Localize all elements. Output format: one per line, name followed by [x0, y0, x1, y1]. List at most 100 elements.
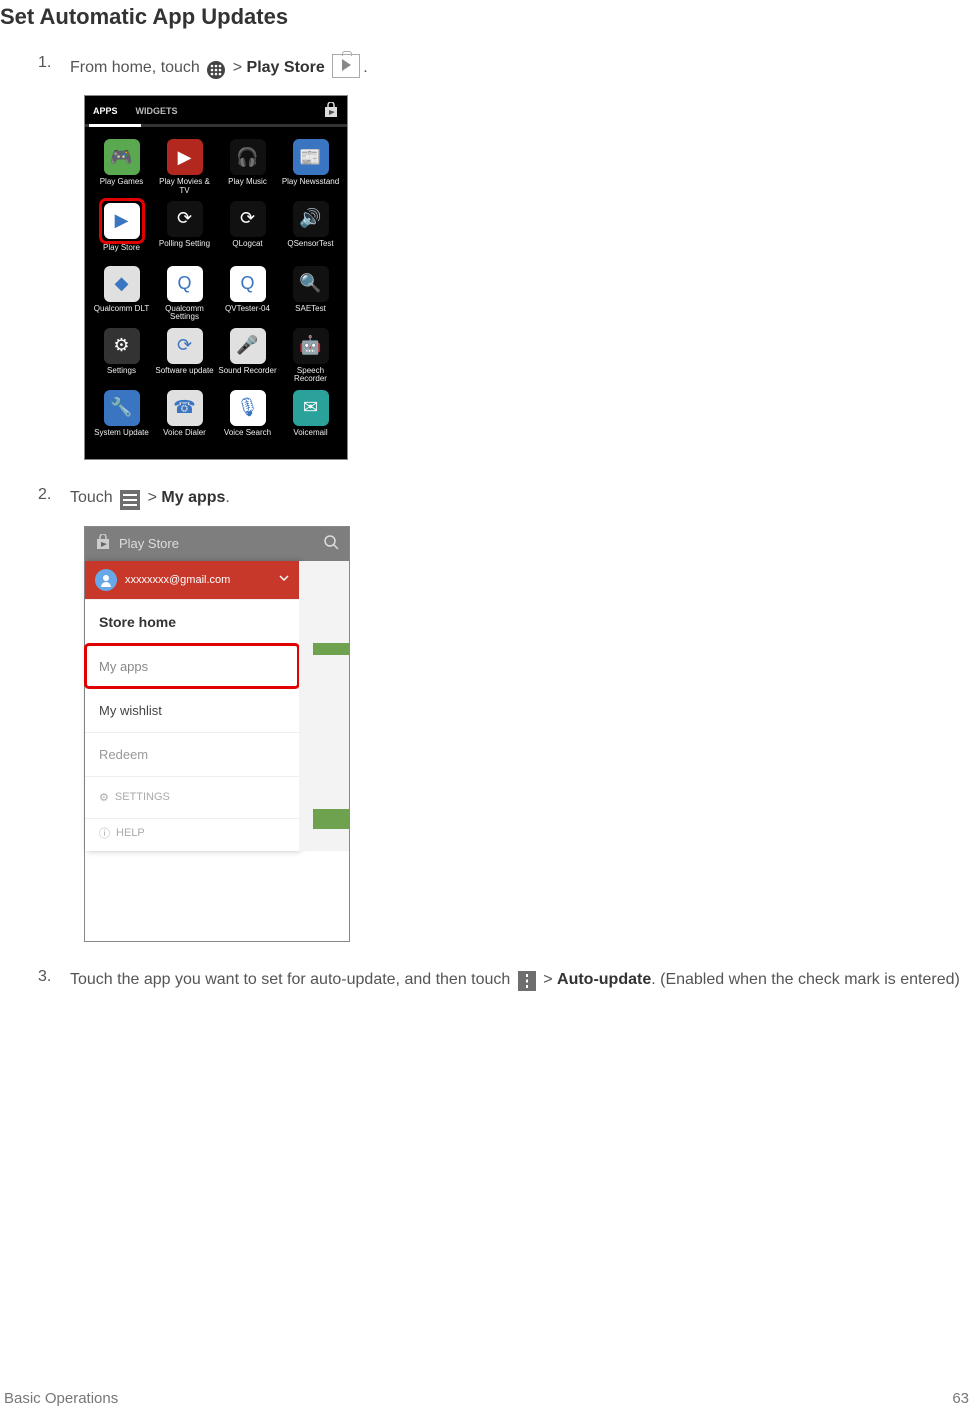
step-bold: Auto-update [557, 971, 651, 988]
step-text-end: . [363, 59, 367, 76]
app-software-update: ⟳ Software update [154, 328, 215, 384]
screenshot-app-drawer: APPS WIDGETS 🎮 Play Games ▶ Play Movies & T… [84, 95, 348, 459]
app-play-store: ▶ Play Store [91, 201, 152, 260]
drawer-item-store-home: Store home [85, 599, 299, 644]
app-bar-title: Play Store [119, 536, 315, 551]
step-text: Touch the app you want to set for auto-u… [70, 971, 515, 988]
app-speech-recorder: 🤖 Speech Recorder [280, 328, 341, 384]
app-icon: ⟳ [167, 328, 203, 364]
app-icon: ⚙ [104, 328, 140, 364]
app-play-newsstand: 📰 Play Newsstand [280, 139, 341, 195]
avatar-icon [95, 569, 117, 591]
app-label: Play Music [228, 178, 267, 194]
separator: > [543, 971, 557, 988]
app-icon: Q [167, 266, 203, 302]
tab-widgets: WIDGETS [136, 106, 178, 116]
chevron-down-icon [279, 573, 289, 586]
drawer-item-redeem: Redeem [85, 732, 299, 776]
app-label: Voice Search [224, 429, 271, 445]
step-text: Touch [70, 489, 117, 506]
app-label: SAETest [295, 305, 326, 321]
app-icon: 🔍 [293, 266, 329, 302]
app-polling-setting: ⟳ Polling Setting [154, 201, 215, 260]
app-label: QSensorTest [287, 240, 333, 256]
app-play-games: 🎮 Play Games [91, 139, 152, 195]
app-icon: 📰 [293, 139, 329, 175]
app-icon: 🔧 [104, 390, 140, 426]
search-icon [323, 534, 339, 553]
app-label: Qualcomm Settings [154, 305, 215, 322]
app-label: Speech Recorder [280, 367, 341, 384]
app-qlogcat: ⟳ QLogcat [217, 201, 278, 260]
app-label: Voice Dialer [163, 429, 206, 445]
app-icon: 🤖 [293, 328, 329, 364]
drawer-item-my-wishlist: My wishlist [85, 688, 299, 732]
apps-icon [207, 61, 225, 79]
app-icon: ⟳ [167, 201, 203, 237]
screenshot-play-store-drawer: Play Store xxxxxxxx@gmail.com Store home… [84, 526, 350, 942]
step-bold: Play Store [247, 59, 325, 76]
help-icon: ⓘ [99, 825, 110, 841]
overflow-menu-icon [518, 971, 536, 991]
step-text: From home, touch [70, 59, 204, 76]
app-sound-recorder: 🎤 Sound Recorder [217, 328, 278, 384]
step-number: 1. [38, 54, 70, 72]
app-label: Qualcomm DLT [94, 305, 149, 321]
app-icon: 🎮 [104, 139, 140, 175]
app-icon: 🎧 [230, 139, 266, 175]
shop-icon [323, 102, 339, 120]
app-qualcomm-dlt: ◆ Qualcomm DLT [91, 266, 152, 322]
app-label: Play Newsstand [282, 178, 339, 194]
app-icon: ✉ [293, 390, 329, 426]
app-label: Play Games [100, 178, 144, 194]
app-qualcomm-settings: Q Qualcomm Settings [154, 266, 215, 322]
step-2: 2. Touch > My apps. [0, 486, 973, 510]
app-system-update: 🔧 System Update [91, 390, 152, 445]
app-voice-dialer: ☎ Voice Dialer [154, 390, 215, 445]
app-icon: 🎤 [230, 328, 266, 364]
app-qsensortest: 🔊 QSensorTest [280, 201, 341, 260]
separator: > [233, 59, 247, 76]
app-icon: Q [230, 266, 266, 302]
app-label: Settings [107, 367, 136, 383]
page-heading: Set Automatic App Updates [0, 0, 973, 30]
drawer-item-my-apps: My apps [85, 644, 299, 688]
app-icon: ☎ [167, 390, 203, 426]
app-icon: 🔊 [293, 201, 329, 237]
drawer-item-help: ⓘ HELP [85, 818, 299, 851]
app-label: Play Movies & TV [154, 178, 215, 195]
footer-page-number: 63 [952, 1390, 969, 1407]
app-icon: ▶ [104, 203, 140, 239]
drawer-item-settings: ⚙ SETTINGS [85, 776, 299, 818]
play-store-bag-icon [95, 534, 111, 553]
app-icon: ⟳ [230, 201, 266, 237]
app-voicemail: ✉ Voicemail [280, 390, 341, 445]
account-email: xxxxxxxx@gmail.com [125, 574, 279, 586]
step-3: 3. Touch the app you want to set for aut… [0, 968, 973, 991]
app-label: QLogcat [232, 240, 262, 256]
app-label: Software update [155, 367, 213, 383]
app-saetest: 🔍 SAETest [280, 266, 341, 322]
app-voice-search: 🎙 Voice Search [217, 390, 278, 445]
app-label: Voicemail [293, 429, 327, 445]
app-settings: ⚙ Settings [91, 328, 152, 384]
tab-apps: APPS [93, 106, 118, 116]
app-qvtester-04: Q QVTester-04 [217, 266, 278, 322]
app-label: System Update [94, 429, 149, 445]
app-label: QVTester-04 [225, 305, 270, 321]
play-store-icon [332, 54, 360, 78]
app-label: Polling Setting [159, 240, 210, 256]
account-row: xxxxxxxx@gmail.com [85, 561, 299, 599]
app-icon: 🎙 [230, 390, 266, 426]
app-label: Play Store [103, 244, 140, 260]
separator: > [148, 489, 162, 506]
app-icon: ◆ [104, 266, 140, 302]
footer-section: Basic Operations [4, 1390, 118, 1407]
app-icon: ▶ [167, 139, 203, 175]
step-bold: My apps [161, 489, 225, 506]
step-1: 1. From home, touch > Play Store . [0, 54, 973, 79]
step-text-end: . [225, 489, 229, 506]
app-play-music: 🎧 Play Music [217, 139, 278, 195]
step-number: 2. [38, 486, 70, 504]
app-label: Sound Recorder [218, 367, 276, 383]
